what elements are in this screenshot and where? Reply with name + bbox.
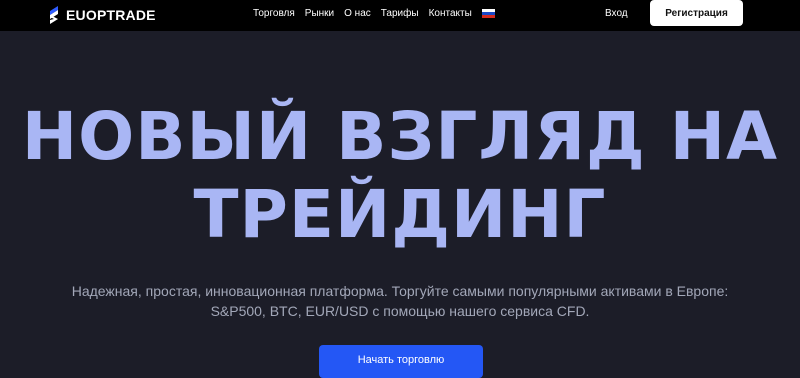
hero-subtitle-line-2: S&P500, BTC, EUR/USD с помощью нашего се… bbox=[210, 303, 590, 319]
logo-text: EUOPTRADE bbox=[66, 7, 156, 23]
top-navigation-bar: EUOPTRADE Торговля Рынки О нас Тарифы Ко… bbox=[0, 0, 800, 31]
register-button[interactable]: Регистрация bbox=[650, 0, 743, 26]
hero-title-line-1: НОВЫЙ ВЗГЛЯД НА bbox=[21, 98, 779, 175]
hero-title: НОВЫЙ ВЗГЛЯД НА ТРЕЙДИНГ bbox=[0, 98, 800, 254]
logo[interactable]: EUOPTRADE bbox=[46, 4, 156, 26]
nav-item-markets[interactable]: Рынки bbox=[305, 8, 334, 19]
nav-item-contacts[interactable]: Контакты bbox=[429, 8, 472, 19]
russia-flag-icon[interactable] bbox=[481, 9, 495, 18]
start-trading-button[interactable]: Начать торговлю bbox=[319, 345, 483, 378]
login-link[interactable]: Вход bbox=[605, 8, 628, 19]
hero-title-line-2: ТРЕЙДИНГ bbox=[193, 176, 607, 253]
nav-item-trading[interactable]: Торговля bbox=[253, 8, 295, 19]
nav-item-about[interactable]: О нас bbox=[344, 8, 371, 19]
hero-subtitle: Надежная, простая, инновационная платфор… bbox=[0, 281, 800, 321]
hero-subtitle-line-1: Надежная, простая, инновационная платфор… bbox=[71, 283, 729, 299]
nav-item-pricing[interactable]: Тарифы bbox=[381, 8, 419, 19]
main-nav: Торговля Рынки О нас Тарифы Контакты bbox=[253, 8, 495, 19]
logo-icon bbox=[50, 6, 58, 24]
